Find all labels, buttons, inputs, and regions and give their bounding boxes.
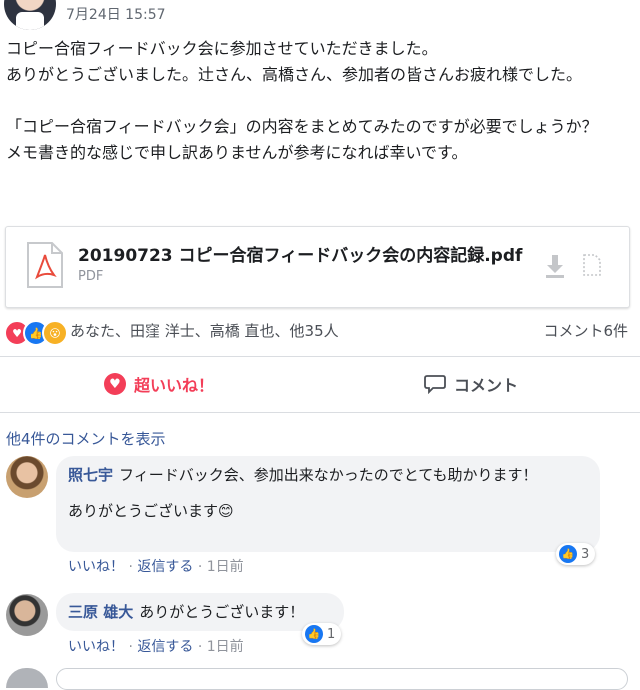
love-button-label: 超いいね！ bbox=[134, 376, 215, 395]
comment-actions: いいね！ · 返信する · 1日前 bbox=[68, 556, 244, 576]
reaction-names[interactable]: あなた、田窪 洋士、高橋 直也、他35人 bbox=[70, 320, 339, 341]
divider bbox=[0, 356, 640, 357]
thumbs-up-icon: 👍 bbox=[305, 625, 323, 643]
comment-like-link[interactable]: いいね！ bbox=[68, 639, 124, 655]
attachment-filename[interactable]: 20190723 コピー合宿フィードバック会の内容記録.pdf bbox=[78, 241, 522, 266]
comment-text: フィードバック会、参加出来なかったのでとても助かります！ bbox=[119, 466, 538, 484]
pdf-file-icon bbox=[27, 242, 63, 288]
commenter-avatar[interactable] bbox=[6, 594, 48, 636]
comment-reaction-number: 3 bbox=[581, 546, 590, 562]
comment-time[interactable]: 1日前 bbox=[207, 559, 244, 575]
download-icon[interactable] bbox=[544, 253, 566, 279]
commenter-avatar[interactable] bbox=[6, 456, 48, 498]
comment-reaction-number: 1 bbox=[327, 626, 336, 642]
comment-author[interactable]: 三原 雄大 bbox=[68, 603, 133, 621]
heart-icon: ♥ bbox=[104, 373, 126, 395]
separator-dot: · bbox=[197, 639, 207, 655]
document-preview-icon[interactable] bbox=[582, 253, 602, 277]
post-timestamp[interactable]: 7月24日 15:57 bbox=[66, 4, 166, 24]
post-paragraph: コピー合宿フィードバック会に参加させていただきました。 ありがとうございました。… bbox=[6, 39, 583, 84]
comment-text: ありがとうございます！ bbox=[139, 603, 305, 621]
comment-bubble: 照七宇 フィードバック会、参加出来なかったのでとても助かります！ ありがとうござい… bbox=[56, 456, 600, 552]
view-more-comments-link[interactable]: 他4件のコメントを表示 bbox=[6, 428, 166, 449]
comment-reaction-count[interactable]: 👍 1 bbox=[302, 623, 342, 645]
comment-button[interactable]: コメント bbox=[424, 362, 518, 406]
file-attachment[interactable]: 20190723 コピー合宿フィードバック会の内容記録.pdf PDF bbox=[5, 226, 630, 308]
post-paragraph: 「コピー合宿フィードバック会」の内容をまとめてみたのですが必要でしょうか？ メモ… bbox=[6, 117, 598, 162]
paragraph-spacer bbox=[6, 88, 631, 114]
comment-bubble: 三原 雄大 ありがとうございます！ bbox=[56, 593, 344, 631]
comment-text: ありがとうございます😊 bbox=[68, 502, 234, 520]
love-button[interactable]: ♥ 超いいね！ bbox=[104, 362, 214, 406]
wow-reaction-icon: 😮 bbox=[42, 320, 68, 346]
my-avatar bbox=[6, 668, 48, 688]
comment-reply-link[interactable]: 返信する bbox=[137, 559, 193, 575]
divider bbox=[0, 412, 640, 413]
reactions-summary[interactable]: ♥ 👍 😮 あなた、田窪 洋士、高橋 直也、他35人 コメント6件 bbox=[0, 318, 640, 346]
comment-reply-link[interactable]: 返信する bbox=[137, 639, 193, 655]
comment-reaction-count[interactable]: 👍 3 bbox=[556, 543, 596, 565]
post-header: 7月24日 15:57 bbox=[0, 0, 640, 30]
comment-actions: いいね！ · 返信する · 1日前 bbox=[68, 636, 244, 656]
author-avatar[interactable] bbox=[4, 0, 56, 30]
comment-time[interactable]: 1日前 bbox=[207, 639, 244, 655]
attachment-type: PDF bbox=[78, 269, 104, 284]
comment-bubble-icon bbox=[424, 375, 446, 394]
comment-button-label: コメント bbox=[454, 376, 519, 395]
write-comment-input[interactable] bbox=[56, 668, 628, 690]
separator-dot: · bbox=[197, 559, 207, 575]
comment-like-link[interactable]: いいね！ bbox=[68, 559, 124, 575]
post-body: コピー合宿フィードバック会に参加させていただきました。 ありがとうございました。… bbox=[6, 36, 631, 166]
thumbs-up-icon: 👍 bbox=[559, 545, 577, 563]
comment-count[interactable]: コメント6件 bbox=[543, 320, 628, 341]
comment-author[interactable]: 照七宇 bbox=[68, 466, 113, 484]
